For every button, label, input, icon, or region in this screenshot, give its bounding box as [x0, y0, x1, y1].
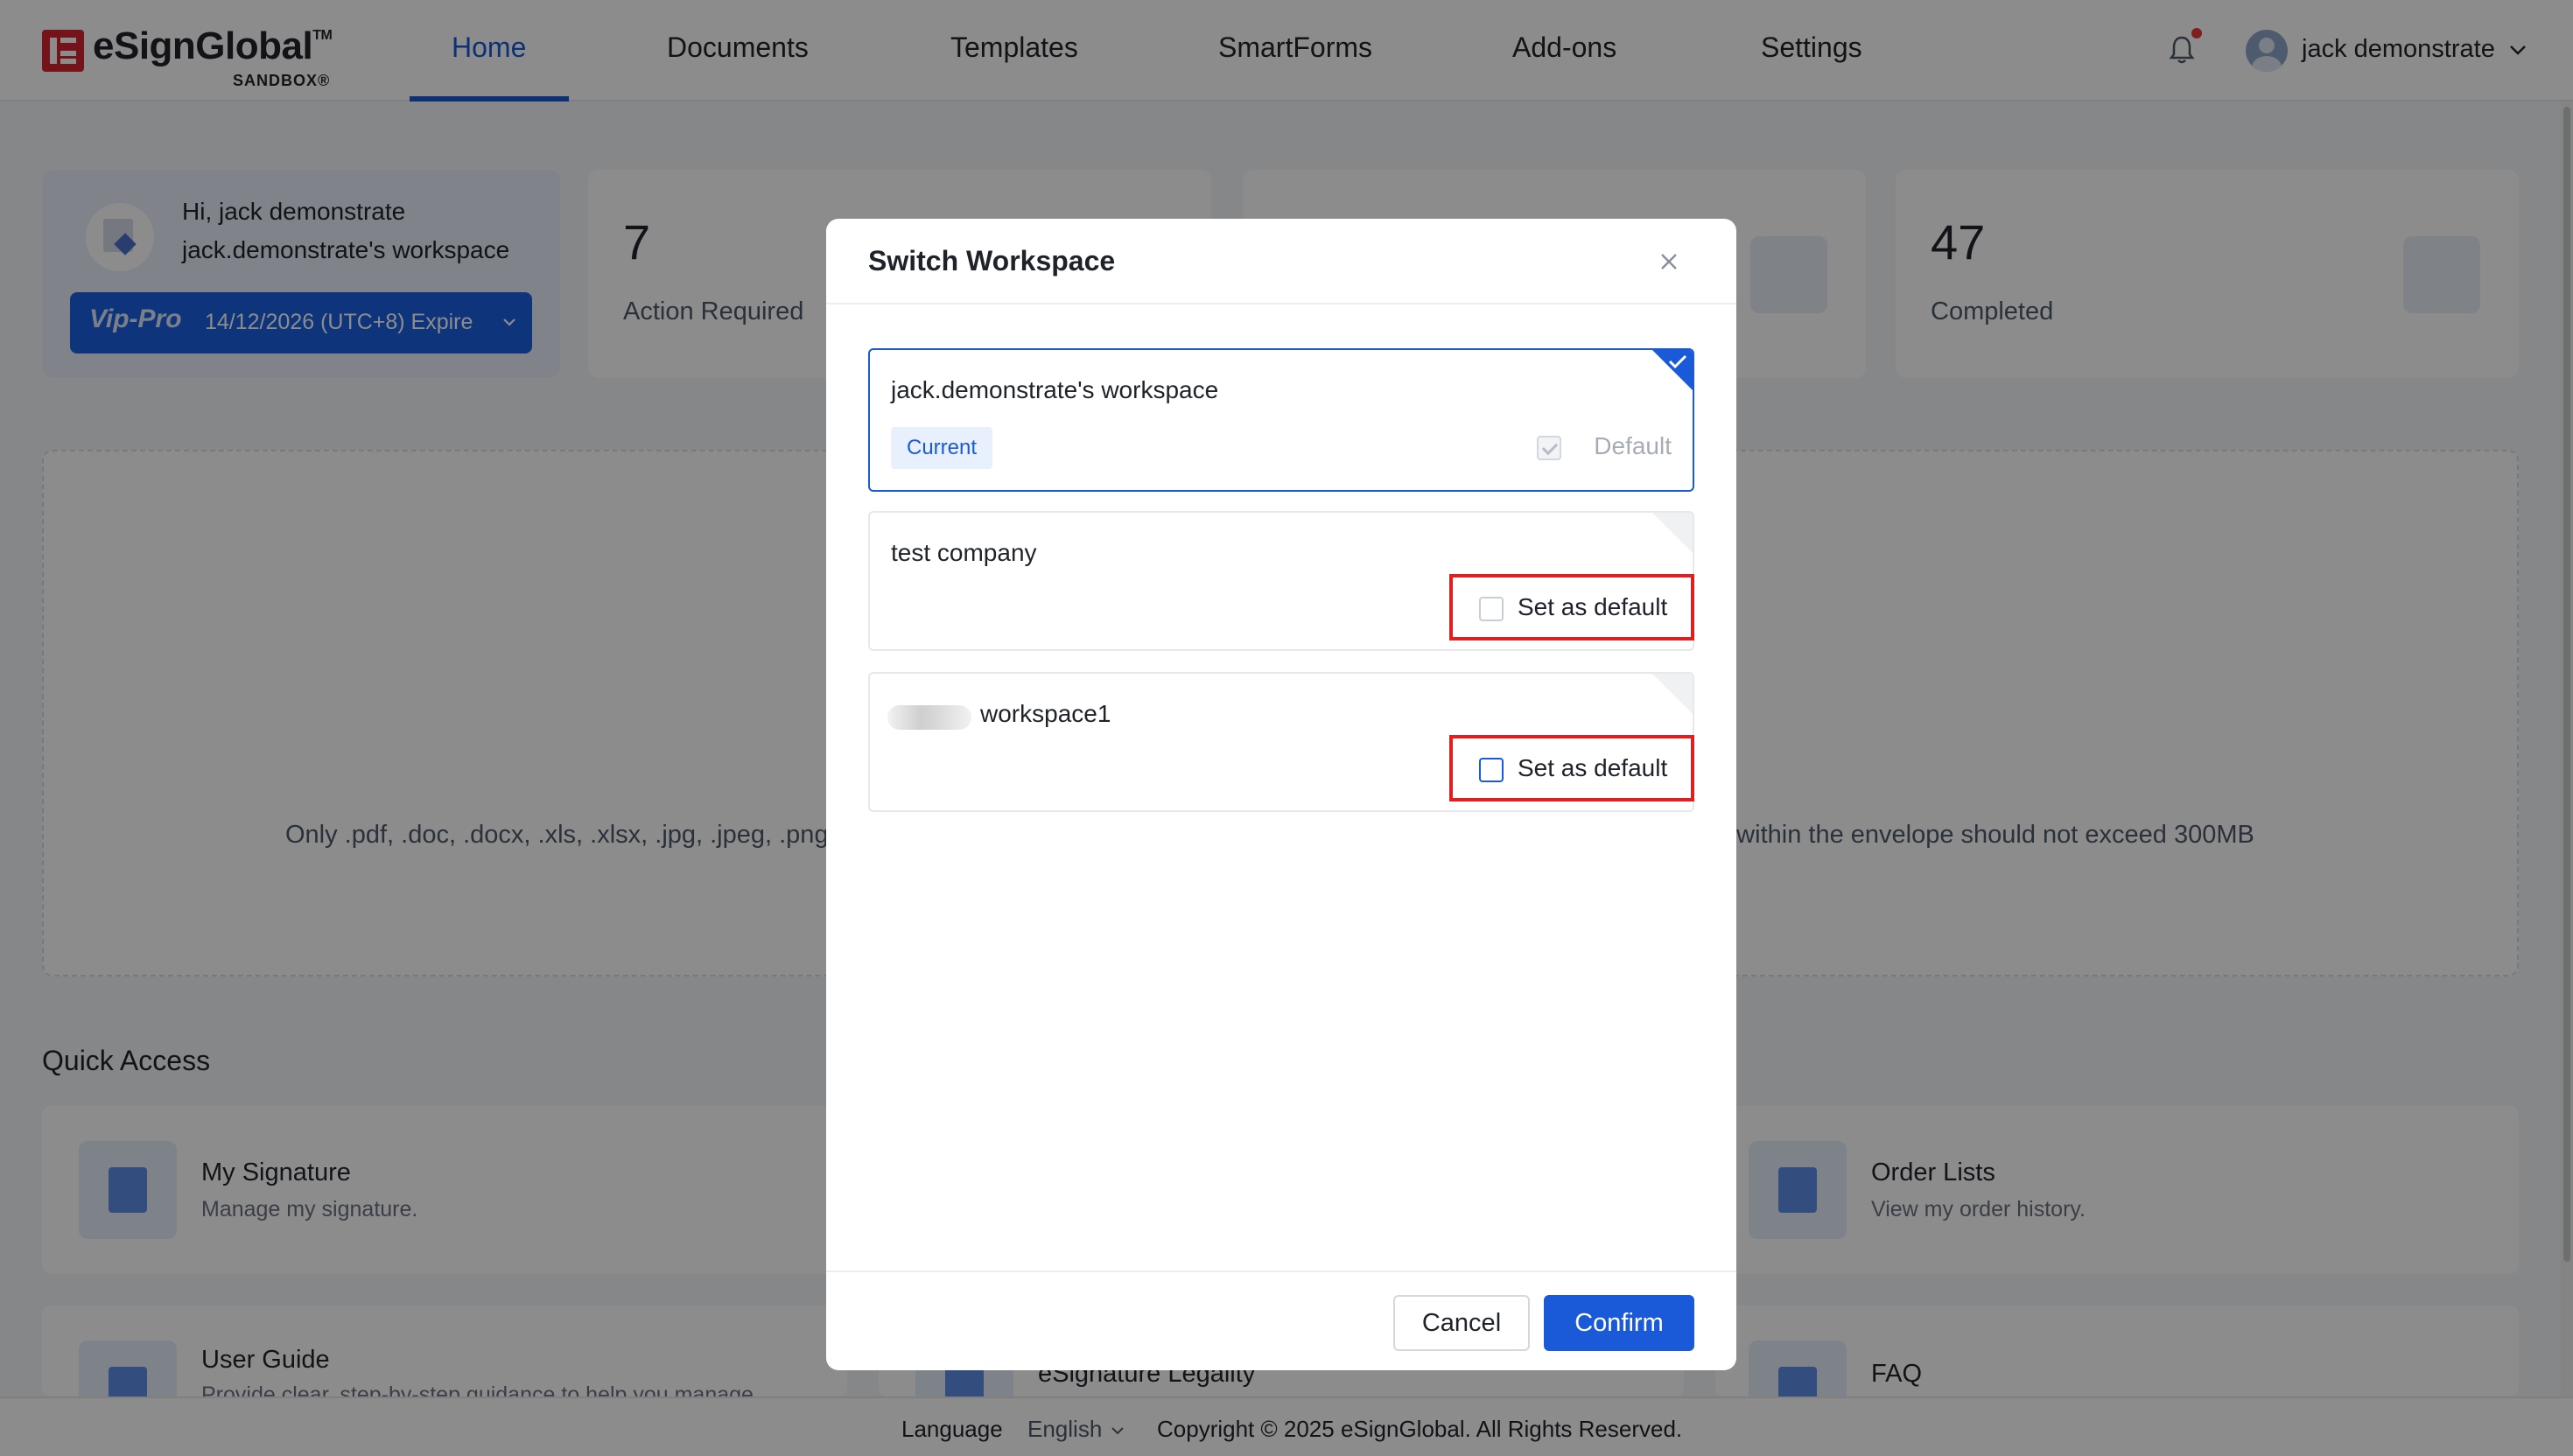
unselected-corner: [1652, 513, 1693, 553]
set-as-default-label[interactable]: Set as default: [1518, 593, 1667, 621]
workspace-name: jack.demonstrate's workspace: [891, 376, 1219, 403]
set-as-default-checkbox[interactable]: [1479, 597, 1504, 621]
set-as-default-checkbox[interactable]: [1479, 758, 1504, 782]
redacted-text: [887, 705, 971, 730]
workspace-option-current[interactable]: jack.demonstrate's workspace Current Def…: [868, 348, 1694, 492]
workspace-name: test company: [891, 539, 1037, 566]
confirm-button[interactable]: Confirm: [1544, 1295, 1694, 1351]
dialog-header: Switch Workspace: [826, 219, 1736, 304]
set-as-default-label[interactable]: Set as default: [1518, 754, 1667, 782]
set-as-default-highlight[interactable]: Set as default: [1449, 574, 1694, 640]
set-as-default-highlight[interactable]: Set as default: [1449, 735, 1694, 802]
unselected-corner: [1652, 674, 1693, 714]
switch-workspace-dialog: Switch Workspace jack.demonstrate's work…: [826, 219, 1736, 1370]
close-icon[interactable]: [1656, 248, 1682, 275]
current-badge: Current: [891, 427, 993, 469]
workspace-name: workspace1: [980, 700, 1111, 727]
dialog-title: Switch Workspace: [868, 245, 1116, 276]
cancel-button[interactable]: Cancel: [1393, 1295, 1530, 1351]
default-label: Default: [1594, 432, 1672, 459]
dialog-footer: Cancel Confirm: [826, 1270, 1736, 1370]
check-icon: [1668, 354, 1687, 369]
default-checkbox-disabled: [1537, 436, 1561, 460]
